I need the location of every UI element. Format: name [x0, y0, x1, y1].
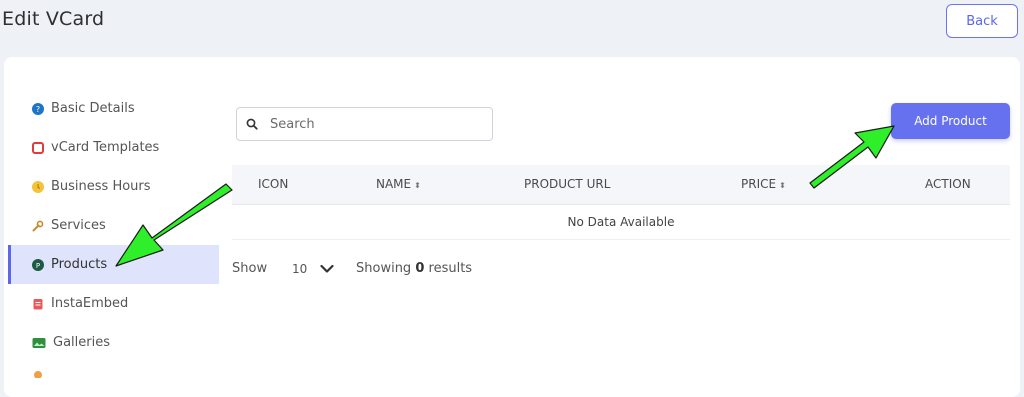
sidebar-item-galleries[interactable]: Galleries: [8, 323, 219, 362]
column-label: PRICE: [741, 177, 777, 191]
search-input[interactable]: [268, 108, 487, 140]
sidebar-item-label: Basic Details: [51, 101, 135, 116]
sidebar-item-label: Products: [51, 257, 108, 272]
sidebar-item-basic-details[interactable]: ? Basic Details: [8, 89, 219, 128]
sidebar: ? Basic Details vCard Templates Business…: [8, 89, 219, 382]
sort-icon: ⬍: [779, 181, 786, 190]
wrench-icon: [32, 220, 44, 232]
sidebar-item-label: vCard Templates: [51, 140, 160, 155]
sidebar-item-products[interactable]: P Products: [8, 245, 219, 284]
page-size-select[interactable]: 10: [286, 255, 336, 283]
gallery-icon: [32, 337, 46, 349]
show-label: Show: [232, 261, 268, 276]
clock-icon: [32, 180, 44, 193]
column-label: ICON: [258, 177, 289, 191]
sort-icon: ⬍: [414, 181, 421, 190]
column-header-product-url: PRODUCT URL: [524, 177, 610, 191]
back-button[interactable]: Back: [946, 4, 1018, 38]
sidebar-item-label: Galleries: [53, 335, 110, 350]
partial-icon: [32, 366, 44, 378]
svg-text:P: P: [36, 262, 40, 270]
instagram-icon: [32, 298, 44, 310]
column-header-action: ACTION: [925, 177, 971, 191]
sidebar-item-label: Business Hours: [51, 179, 151, 194]
template-icon: [32, 141, 44, 154]
sidebar-item-services[interactable]: Services: [8, 206, 219, 245]
column-label: ACTION: [925, 177, 971, 191]
results-summary: Showing 0 results: [356, 261, 472, 276]
sidebar-item-vcard-templates[interactable]: vCard Templates: [8, 128, 219, 167]
showing-prefix: Showing: [356, 261, 412, 276]
info-circle-icon: ?: [32, 102, 44, 115]
sidebar-item-business-hours[interactable]: Business Hours: [8, 167, 219, 206]
showing-count: 0: [415, 261, 425, 276]
search-icon: [246, 118, 258, 130]
sidebar-item-partial[interactable]: [8, 362, 219, 382]
sidebar-item-label: Services: [51, 218, 106, 233]
sidebar-item-instaembed[interactable]: InstaEmbed: [8, 284, 219, 323]
table-header: ICON NAME ⬍ PRODUCT URL PRICE ⬍ ACTION: [232, 165, 1010, 205]
svg-text:?: ?: [36, 105, 40, 114]
product-icon: P: [32, 258, 44, 271]
column-header-icon: ICON: [258, 177, 288, 191]
column-label: PRODUCT URL: [524, 177, 611, 191]
column-header-name[interactable]: NAME ⬍: [376, 177, 421, 191]
page-size-value: 10: [292, 262, 308, 276]
chevron-down-icon: [320, 264, 334, 274]
empty-table-message: No Data Available: [232, 205, 1010, 240]
add-product-button[interactable]: Add Product: [891, 103, 1010, 139]
sidebar-item-label: InstaEmbed: [51, 296, 129, 311]
page-title: Edit VCard: [2, 8, 105, 30]
column-header-price[interactable]: PRICE ⬍: [741, 177, 786, 191]
showing-suffix: results: [428, 261, 473, 276]
search-field[interactable]: [236, 107, 493, 141]
column-label: NAME: [376, 177, 412, 191]
